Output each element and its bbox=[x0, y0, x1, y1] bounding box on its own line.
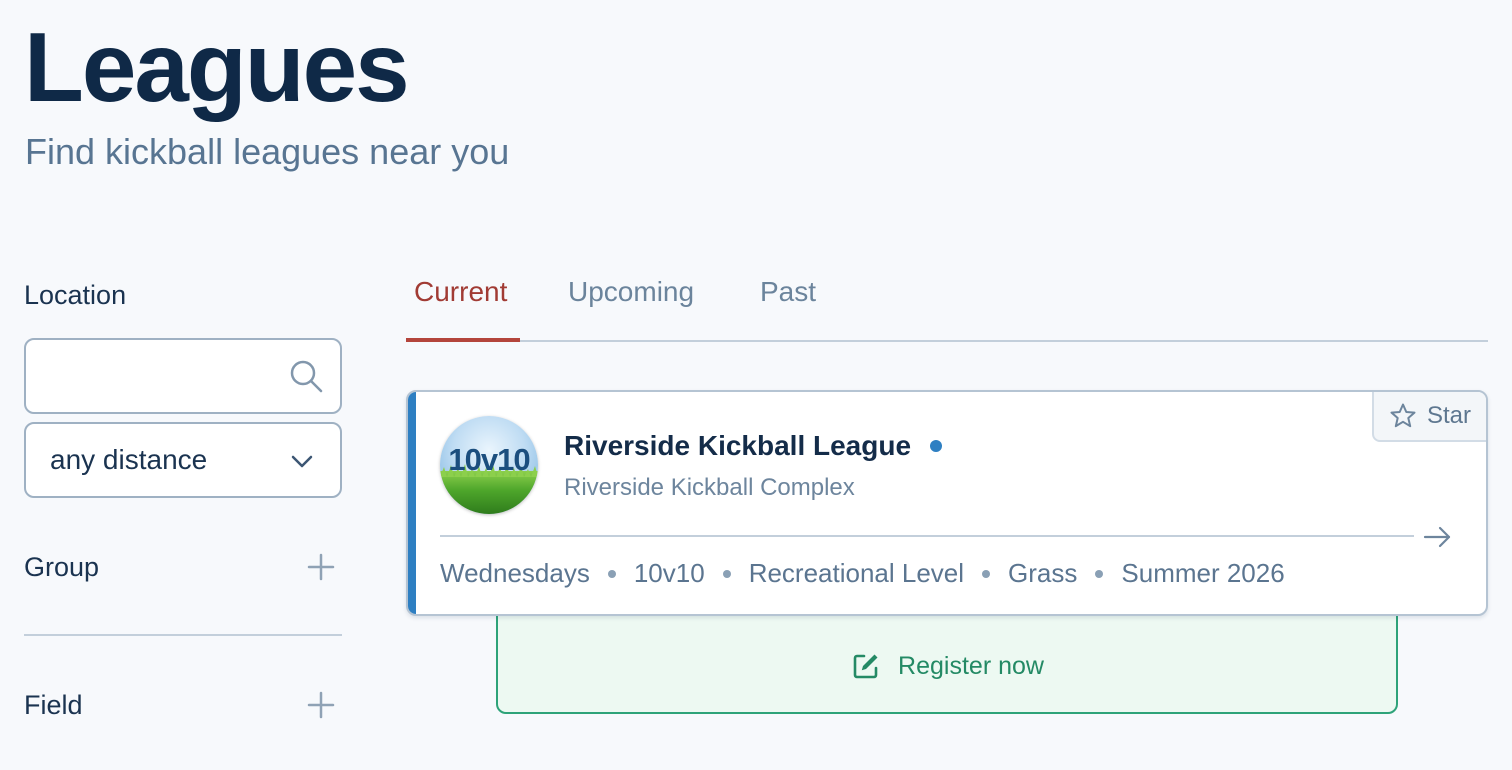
location-search-input[interactable] bbox=[40, 352, 280, 400]
star-button[interactable]: Star bbox=[1372, 392, 1486, 442]
league-card[interactable]: 10v10 Riverside Kickball League Riversid… bbox=[406, 390, 1488, 616]
card-accent-bar bbox=[408, 392, 416, 614]
register-now-label: Register now bbox=[898, 651, 1044, 680]
league-name[interactable]: Riverside Kickball League bbox=[564, 430, 911, 462]
page-subtitle: Find kickball leagues near you bbox=[25, 131, 510, 172]
status-dot bbox=[930, 440, 942, 452]
tab-current[interactable]: Current bbox=[414, 276, 507, 308]
active-tab-indicator bbox=[406, 338, 520, 342]
field-filter-label: Field bbox=[24, 690, 83, 720]
league-venue: Riverside Kickball Complex bbox=[564, 474, 855, 501]
group-filter-label: Group bbox=[24, 552, 100, 582]
distance-select[interactable]: any distance bbox=[24, 422, 342, 498]
location-search-box[interactable] bbox=[24, 338, 342, 414]
meta-separator bbox=[722, 569, 731, 578]
tabs-baseline bbox=[406, 340, 1488, 342]
search-icon[interactable] bbox=[288, 358, 324, 394]
league-logo-text: 10v10 bbox=[448, 442, 530, 477]
meta-level: Recreational Level bbox=[748, 558, 965, 588]
league-tabs: Current Upcoming Past bbox=[406, 270, 1488, 342]
arrow-right-icon[interactable] bbox=[1422, 522, 1452, 552]
sidebar-divider bbox=[24, 634, 342, 636]
distance-select-value: any distance bbox=[50, 444, 208, 475]
meta-season: Summer 2026 bbox=[1121, 558, 1285, 588]
meta-surface: Grass bbox=[1008, 558, 1078, 588]
star-icon bbox=[1390, 403, 1416, 428]
register-now-button[interactable]: Register now bbox=[498, 616, 1396, 716]
star-label: Star bbox=[1426, 402, 1471, 429]
league-logo: 10v10 bbox=[440, 416, 538, 514]
chevron-down-icon bbox=[291, 455, 313, 468]
field-filter-toggle[interactable]: Field bbox=[24, 686, 342, 726]
edit-icon bbox=[853, 654, 878, 679]
meta-separator bbox=[982, 569, 991, 578]
group-filter-toggle[interactable]: Group bbox=[24, 548, 342, 588]
plus-icon[interactable] bbox=[306, 690, 336, 720]
meta-day: Wednesdays bbox=[440, 558, 590, 588]
meta-separator bbox=[1095, 569, 1104, 578]
plus-icon[interactable] bbox=[306, 552, 336, 582]
card-divider bbox=[440, 535, 1414, 537]
tab-past[interactable]: Past bbox=[760, 276, 816, 308]
register-panel: Register now bbox=[496, 600, 1398, 714]
tab-upcoming[interactable]: Upcoming bbox=[568, 276, 694, 308]
location-label: Location bbox=[24, 280, 127, 310]
meta-separator bbox=[607, 569, 616, 578]
meta-format: 10v10 bbox=[633, 558, 705, 588]
page-title: Leagues bbox=[24, 12, 410, 122]
league-meta: Wednesdays 10v10 Recreational Level Gras… bbox=[440, 558, 1285, 589]
